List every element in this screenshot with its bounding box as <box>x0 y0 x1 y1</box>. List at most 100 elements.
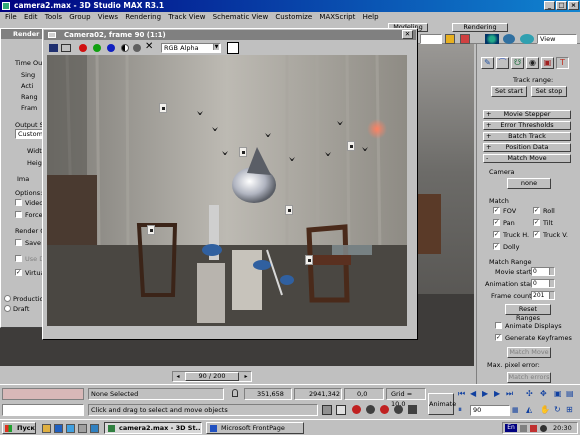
clock[interactable]: 20:30 <box>553 423 572 433</box>
maximize-viewport-icon[interactable]: ⊞ <box>566 405 576 415</box>
tilt-checkbox[interactable]: ✓ <box>533 219 540 226</box>
frame-count-spinner[interactable]: 201 <box>531 291 555 300</box>
red-channel-icon[interactable] <box>79 44 87 52</box>
display-tab-icon[interactable]: ▣ <box>541 57 554 69</box>
video-color-checkbox[interactable] <box>15 199 22 206</box>
force-2sided-checkbox[interactable] <box>15 211 22 218</box>
match-move-rollout[interactable]: - Match Move <box>483 154 571 163</box>
range-option[interactable]: Rang <box>21 93 38 101</box>
maxscript-input[interactable] <box>2 404 84 416</box>
next-frame-icon[interactable]: ▶ <box>494 389 504 399</box>
frames-option[interactable]: Fram <box>21 104 37 112</box>
quicklaunch-icon[interactable] <box>78 424 87 433</box>
x-coordinate[interactable]: 351,658 <box>244 388 292 400</box>
menu-rendering[interactable]: Rendering <box>125 13 161 21</box>
maxscript-listener-pane[interactable] <box>2 388 84 400</box>
active-segment-option[interactable]: Acti <box>21 82 33 90</box>
pan-checkbox[interactable]: ✓ <box>493 219 500 226</box>
menu-views[interactable]: Views <box>98 13 118 21</box>
truck-h-checkbox[interactable]: ✓ <box>493 231 500 238</box>
set-stop-button[interactable]: Set stop <box>531 86 567 97</box>
previous-frame-icon[interactable]: ◀ <box>470 389 480 399</box>
taskbar-item-frontpage[interactable]: Microsoft FrontPage <box>206 422 304 434</box>
taskbar-item-3dsmax[interactable]: camera2.max - 3D St... <box>104 422 202 434</box>
set-start-button[interactable]: Set start <box>491 86 527 97</box>
close-button[interactable]: × <box>568 1 579 10</box>
render-scene-icon[interactable] <box>460 34 470 44</box>
spinner-snap-icon[interactable] <box>408 405 417 414</box>
menu-maxscript[interactable]: MAXScript <box>319 13 355 21</box>
lock-icon[interactable] <box>232 389 238 397</box>
channel-display-dropdown[interactable]: RGB Alpha <box>161 43 221 53</box>
menu-file[interactable]: File <box>5 13 17 21</box>
save-file-checkbox[interactable] <box>15 239 22 246</box>
zoom-all-icon[interactable]: ✥ <box>540 389 550 399</box>
output-size-dropdown[interactable]: Custom <box>15 129 45 139</box>
go-to-start-icon[interactable]: ⏮ <box>458 389 468 399</box>
quicklaunch-icon[interactable] <box>42 424 51 433</box>
menu-track-view[interactable]: Track View <box>168 13 205 21</box>
use-device-checkbox[interactable] <box>15 255 22 262</box>
selection-filter-icon[interactable] <box>322 405 332 415</box>
go-to-end-icon[interactable]: ⏭ <box>506 389 516 399</box>
quicklaunch-icon[interactable] <box>90 424 99 433</box>
single-option[interactable]: Sing <box>21 71 35 79</box>
degradation-override-icon[interactable] <box>352 405 361 414</box>
truck-v-checkbox[interactable]: ✓ <box>533 231 540 238</box>
animate-displays-checkbox[interactable] <box>495 322 502 329</box>
match-move-button[interactable]: Match Move <box>507 347 551 358</box>
generate-keyframes-checkbox[interactable]: ✓ <box>495 334 502 341</box>
save-image-icon[interactable] <box>49 44 58 52</box>
clone-window-icon[interactable] <box>61 44 71 52</box>
dolly-checkbox[interactable]: ✓ <box>493 243 500 250</box>
tab-rendering[interactable]: Rendering <box>452 23 508 32</box>
menu-group[interactable]: Group <box>69 13 90 21</box>
time-slider-thumb[interactable]: 90 / 200 <box>185 372 239 381</box>
y-coordinate[interactable]: 2941,342 <box>294 388 342 400</box>
maximize-button[interactable]: □ <box>556 1 567 10</box>
green-channel-icon[interactable] <box>93 44 101 52</box>
menu-customize[interactable]: Customize <box>275 13 312 21</box>
zoom-extents-all-icon[interactable]: ▤ <box>566 389 576 399</box>
quicklaunch-icon[interactable] <box>54 424 63 433</box>
snap-toggle-icon[interactable] <box>366 405 375 414</box>
fov-checkbox[interactable]: ✓ <box>493 207 500 214</box>
view-dropdown[interactable]: View <box>537 34 577 44</box>
match-errors-button[interactable]: Match errors <box>507 372 551 383</box>
menu-schematic-view[interactable]: Schematic View <box>213 13 269 21</box>
monochrome-icon[interactable] <box>133 44 141 52</box>
animate-button[interactable]: Animate <box>428 393 456 415</box>
menu-edit[interactable]: Edit <box>24 13 38 21</box>
hierarchy-tab-icon[interactable]: ☋ <box>511 57 524 69</box>
crossing-window-icon[interactable] <box>336 405 346 415</box>
chevron-right-icon[interactable]: ▸ <box>242 372 250 381</box>
quicklaunch-icon[interactable] <box>66 424 75 433</box>
animation-start-spinner[interactable]: 0 <box>531 279 555 288</box>
chevron-left-icon[interactable]: ◂ <box>174 372 182 381</box>
color-swatch[interactable] <box>227 42 239 54</box>
angle-snap-icon[interactable] <box>380 405 389 414</box>
field-of-view-icon[interactable]: ◭ <box>526 405 536 415</box>
clear-image-icon[interactable]: ✕ <box>145 41 153 52</box>
selection-set-dropdown[interactable] <box>420 34 442 44</box>
time-config-icon[interactable]: ▦ <box>512 405 520 415</box>
speaker-icon[interactable] <box>540 425 547 432</box>
tray-icon[interactable] <box>520 425 527 432</box>
production-radio[interactable] <box>4 295 11 302</box>
minimize-button[interactable]: _ <box>544 1 555 10</box>
teapot-icon[interactable] <box>520 34 534 44</box>
utilities-tab-icon[interactable]: T <box>556 57 569 69</box>
current-frame-field[interactable]: 90 <box>470 405 510 416</box>
quick-render-icon[interactable] <box>503 34 515 44</box>
menu-tools[interactable]: Tools <box>45 13 62 21</box>
language-indicator[interactable]: En <box>505 424 517 432</box>
alpha-channel-icon[interactable] <box>121 44 129 52</box>
pan-view-icon[interactable]: ✋ <box>540 405 550 415</box>
modify-tab-icon[interactable]: ⌒ <box>496 57 509 69</box>
zoom-extents-icon[interactable]: ▣ <box>554 389 564 399</box>
batch-track-rollout[interactable]: + Batch Track <box>483 132 571 141</box>
reset-ranges-button[interactable]: Reset Ranges <box>505 304 551 322</box>
time-slider-track[interactable]: ◂ 90 / 200 ▸ <box>172 371 252 382</box>
position-data-rollout[interactable]: + Position Data <box>483 143 571 152</box>
key-mode-icon[interactable]: ⏸ <box>458 405 468 415</box>
